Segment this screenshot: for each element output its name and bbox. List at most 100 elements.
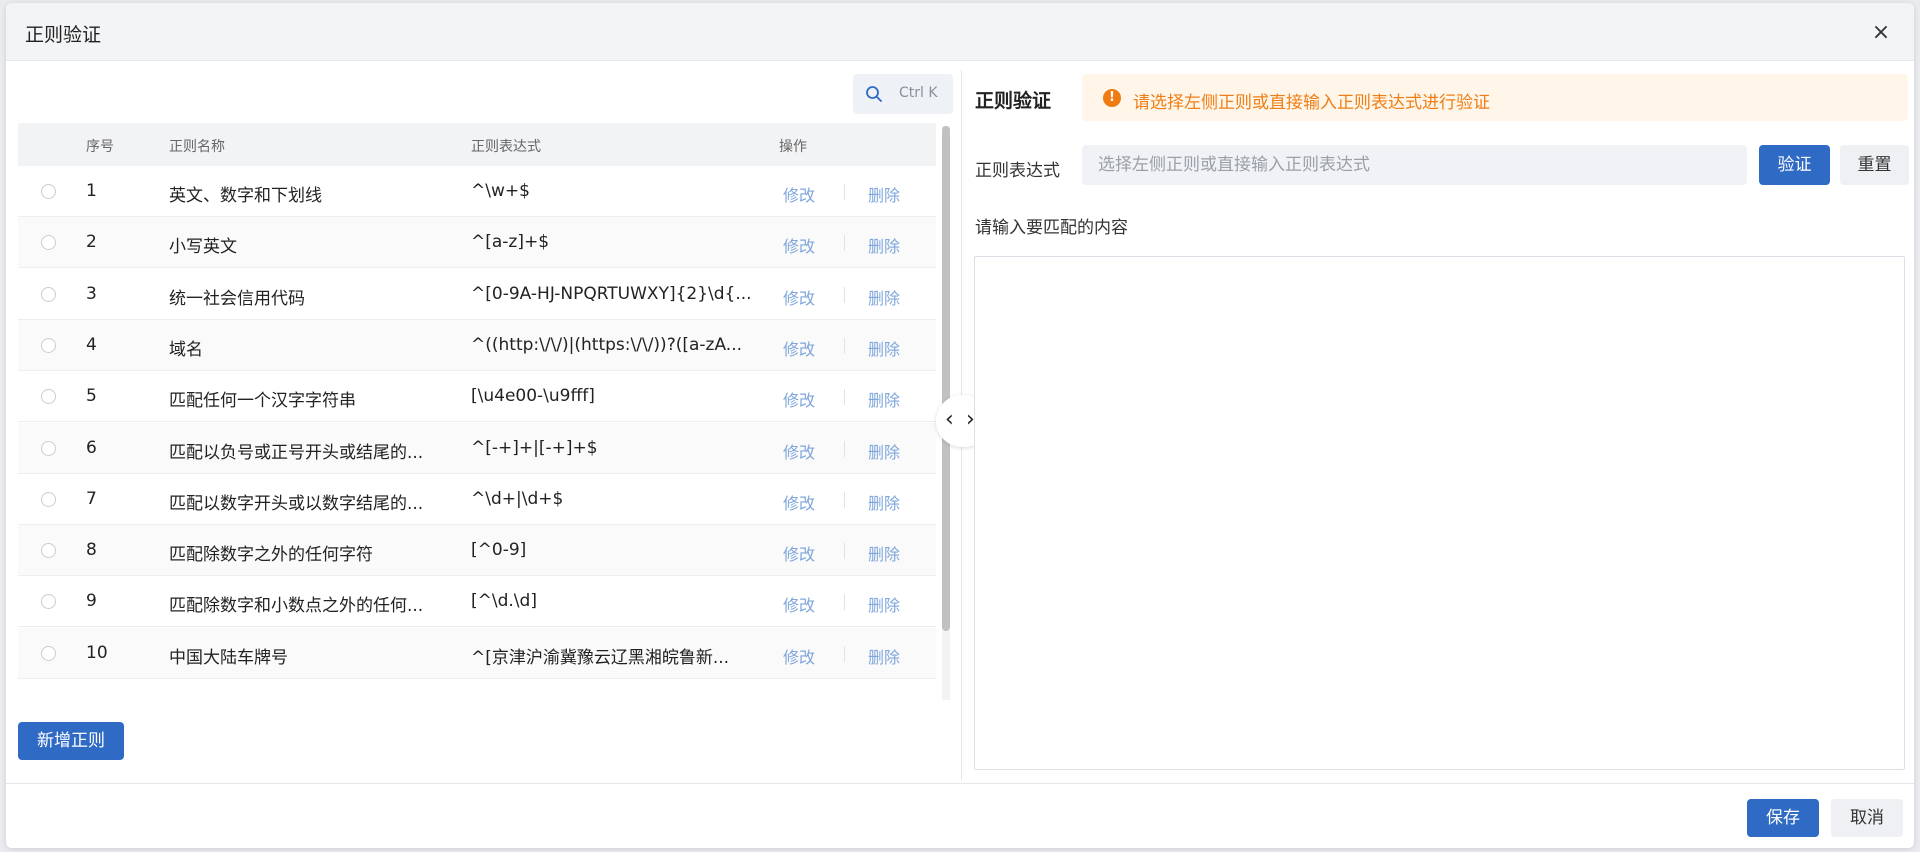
delete-link[interactable]: 删除 — [868, 644, 900, 668]
regex-table: 序号 正则名称 正则表达式 操作 1 英文、数字和下划线 ^\w+$ 修改 删除 2 小写英… — [18, 123, 942, 697]
table-row[interactable]: 9 匹配除数字和小数点之外的任何... [^\d.\d] 修改 删除 — [18, 576, 936, 628]
row-radio[interactable] — [41, 235, 56, 251]
row-name: 匹配以负号或正号开头或结尾的... — [169, 442, 424, 463]
edit-link[interactable]: 修改 — [783, 182, 815, 206]
delete-link[interactable]: 删除 — [868, 541, 900, 565]
row-expr: [\u4e00-\u9fff] — [471, 386, 595, 407]
dialog-footer — [6, 783, 1914, 848]
validator-title: 正则验证 — [975, 90, 1052, 112]
row-radio[interactable] — [41, 491, 56, 507]
expr-label: 正则表达式 — [975, 161, 1060, 181]
row-index: 3 — [86, 283, 97, 304]
info-alert: ! 请选择左侧正则或直接输入正则表达式进行验证 — [1082, 74, 1908, 121]
search-shortcut: Ctrl K — [899, 85, 938, 101]
close-icon[interactable]: × — [1870, 22, 1892, 44]
delete-link[interactable]: 删除 — [868, 439, 900, 463]
chevron-left-icon[interactable]: ‹ — [945, 407, 954, 433]
cancel-button[interactable]: 取消 — [1831, 799, 1903, 837]
row-index: 1 — [86, 181, 97, 201]
row-index: 10 — [86, 642, 108, 663]
table-row[interactable]: 6 匹配以负号或正号开头或结尾的... ^[-+]+|[-+]+$ 修改 删除 — [18, 422, 936, 474]
table-row[interactable]: 7 匹配以数字开头或以数字结尾的... ^\d+|\d+$ 修改 删除 — [18, 474, 936, 525]
row-name: 中国大陆车牌号 — [169, 647, 288, 668]
row-radio[interactable] — [41, 286, 56, 302]
content-textarea[interactable] — [974, 256, 1905, 770]
row-index: 5 — [86, 386, 97, 407]
search-button[interactable]: Ctrl K — [853, 74, 953, 114]
row-radio[interactable] — [41, 389, 56, 405]
delete-link[interactable]: 删除 — [868, 336, 900, 360]
row-index: 9 — [86, 591, 97, 612]
table-row[interactable]: 8 匹配除数字之外的任何字符 [^0-9] 修改 删除 — [18, 525, 936, 577]
row-radio[interactable] — [41, 543, 56, 559]
action-separator — [844, 184, 845, 200]
edit-link[interactable]: 修改 — [783, 541, 815, 565]
row-name: 域名 — [169, 339, 203, 360]
delete-link[interactable]: 删除 — [868, 182, 900, 206]
action-separator — [844, 235, 845, 252]
delete-link[interactable]: 删除 — [868, 592, 900, 616]
row-name: 小写英文 — [169, 237, 237, 258]
table-row[interactable]: 5 匹配任何一个汉字字符串 [\u4e00-\u9fff] 修改 删除 — [18, 371, 936, 423]
row-index: 7 — [86, 488, 97, 509]
row-radio[interactable] — [41, 337, 56, 353]
delete-link[interactable]: 删除 — [868, 387, 900, 411]
row-index: 6 — [86, 437, 97, 458]
row-radio[interactable] — [41, 645, 56, 661]
add-regex-button[interactable]: 新增正则 — [18, 722, 124, 760]
reset-button[interactable]: 重置 — [1840, 145, 1909, 185]
row-expr: ^[京津沪渝冀豫云辽黑湘皖鲁新... — [471, 647, 730, 668]
edit-link[interactable]: 修改 — [783, 439, 815, 463]
row-expr: ^[-+]+|[-+]+$ — [471, 437, 598, 458]
row-expr: ^\d+|\d+$ — [471, 488, 564, 509]
row-name: 匹配除数字之外的任何字符 — [169, 545, 373, 566]
scrollbar-thumb[interactable] — [942, 126, 950, 631]
table-row[interactable]: 1 英文、数字和下划线 ^\w+$ 修改 删除 — [18, 166, 936, 217]
table-row[interactable]: 10 中国大陆车牌号 ^[京津沪渝冀豫云辽黑湘皖鲁新... 修改 删除 — [18, 627, 936, 679]
regex-input[interactable] — [1082, 145, 1747, 185]
action-separator — [844, 440, 845, 457]
verify-button[interactable]: 验证 — [1759, 145, 1830, 185]
table-row[interactable]: 3 统一社会信用代码 ^[0-9A-HJ-NPQRTUWXY]{2}\d{... 修改… — [18, 269, 936, 320]
row-expr: ^[0-9A-HJ-NPQRTUWXY]{2}\d{... — [471, 283, 752, 304]
edit-link[interactable]: 修改 — [783, 285, 815, 309]
row-index: 4 — [86, 334, 97, 355]
action-separator — [844, 286, 845, 303]
edit-link[interactable]: 修改 — [783, 592, 815, 616]
action-separator — [844, 543, 845, 560]
row-name: 匹配除数字和小数点之外的任何... — [169, 596, 424, 617]
edit-link[interactable]: 修改 — [783, 490, 815, 514]
header-index: 序号 — [86, 139, 114, 155]
row-expr: [^\d.\d] — [471, 591, 537, 612]
delete-link[interactable]: 删除 — [868, 285, 900, 309]
header-expr: 正则表达式 — [471, 139, 541, 155]
action-separator — [844, 594, 845, 611]
table-header: 序号 正则名称 正则表达式 操作 — [18, 123, 936, 166]
row-expr: ^[a-z]+$ — [471, 232, 550, 253]
row-name: 匹配任何一个汉字字符串 — [169, 391, 356, 412]
warning-icon: ! — [1103, 89, 1121, 107]
save-button[interactable]: 保存 — [1747, 799, 1819, 837]
alert-text: 请选择左侧正则或直接输入正则表达式进行验证 — [1133, 93, 1490, 113]
row-radio[interactable] — [41, 184, 56, 199]
row-index: 2 — [86, 232, 97, 253]
row-name: 匹配以数字开头或以数字结尾的... — [169, 493, 424, 514]
row-radio[interactable] — [41, 594, 56, 610]
table-row[interactable]: 2 小写英文 ^[a-z]+$ 修改 删除 — [18, 217, 936, 269]
dialog-title: 正则验证 — [25, 24, 102, 46]
action-separator — [844, 491, 845, 508]
action-separator — [844, 389, 845, 406]
dialog-header: 正则验证 × — [6, 3, 1914, 61]
search-icon — [866, 86, 882, 102]
delete-link[interactable]: 删除 — [868, 233, 900, 257]
content-label: 请输入要匹配的内容 — [975, 218, 1128, 238]
edit-link[interactable]: 修改 — [783, 233, 815, 257]
edit-link[interactable]: 修改 — [783, 387, 815, 411]
row-radio[interactable] — [41, 440, 56, 456]
row-name: 英文、数字和下划线 — [169, 186, 322, 206]
table-row[interactable]: 4 域名 ^((http:\/\/)|(https:\/\/))?([a-zA...… — [18, 319, 936, 371]
delete-link[interactable]: 删除 — [868, 490, 900, 514]
edit-link[interactable]: 修改 — [783, 336, 815, 360]
edit-link[interactable]: 修改 — [783, 644, 815, 668]
header-name: 正则名称 — [169, 139, 225, 155]
